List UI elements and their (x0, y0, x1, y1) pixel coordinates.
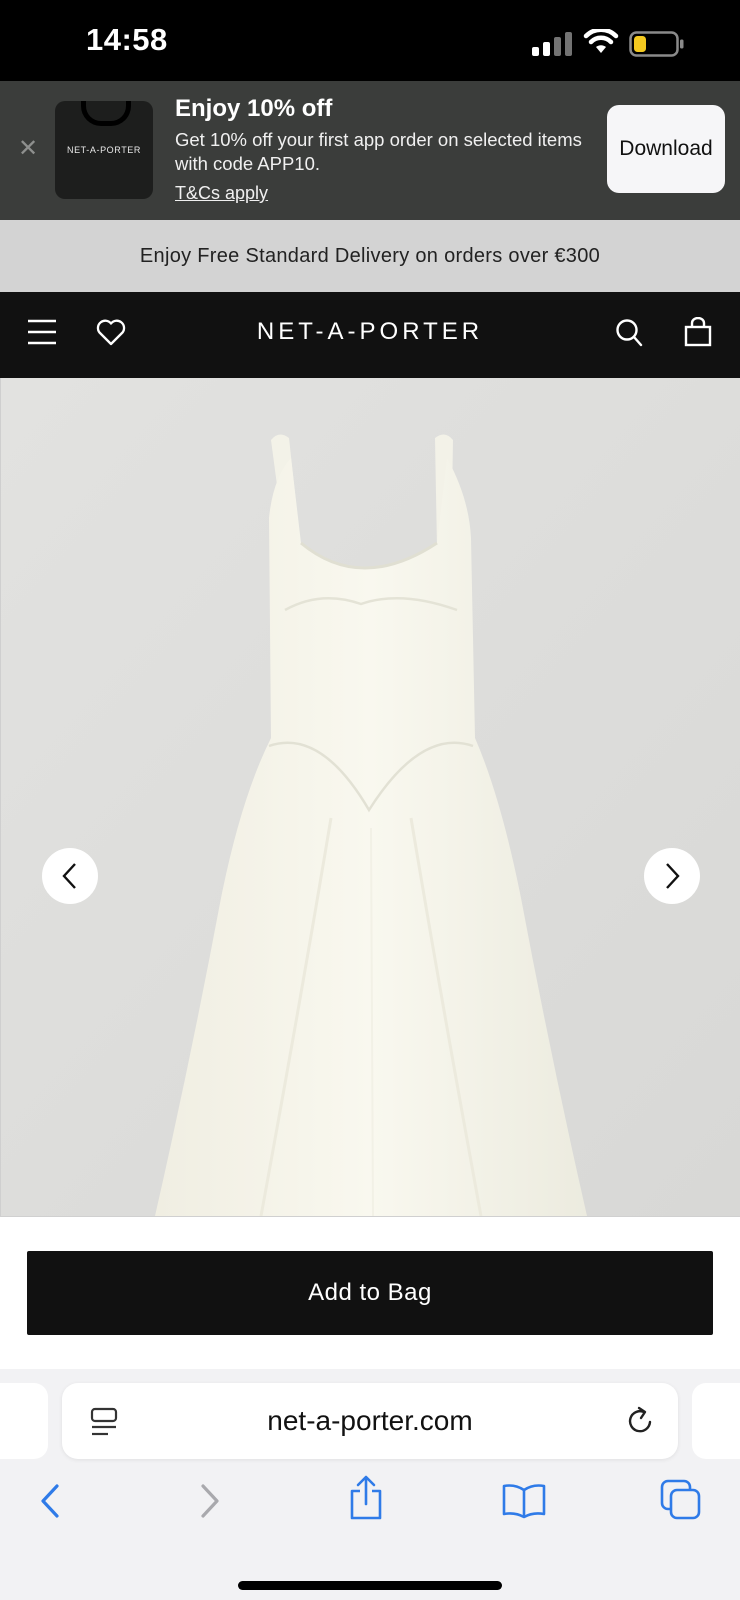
chevron-left-icon (62, 863, 76, 889)
forward-button[interactable] (190, 1481, 230, 1521)
delivery-banner: Enjoy Free Standard Delivery on orders o… (0, 220, 740, 292)
site-header: NET-A-PORTER (0, 292, 740, 378)
chevron-right-icon (666, 863, 680, 889)
status-bar: 14:58 (0, 0, 740, 81)
tabs-button[interactable] (658, 1477, 704, 1523)
status-time: 14:58 (86, 22, 168, 57)
back-button[interactable] (30, 1481, 70, 1521)
tabs-icon (660, 1479, 701, 1520)
next-tab-preview[interactable] (692, 1383, 740, 1459)
browser-bottom-bar: net-a-porter.com (0, 1369, 740, 1600)
promo-title: Enjoy 10% off (175, 95, 333, 122)
back-icon (41, 1484, 59, 1518)
battery-level (634, 36, 646, 52)
menu-icon[interactable] (27, 319, 57, 345)
reload-icon[interactable] (624, 1405, 656, 1437)
reader-icon[interactable] (90, 1407, 118, 1437)
app-promo-banner: ✕ NET-A-PORTER Enjoy 10% off Get 10% off… (0, 81, 740, 220)
forward-icon (201, 1484, 219, 1518)
previous-image-button[interactable] (42, 848, 98, 904)
battery-icon (629, 31, 684, 57)
url-text: net-a-porter.com (267, 1405, 473, 1436)
bookmarks-button[interactable] (500, 1479, 548, 1523)
home-indicator (238, 1581, 502, 1590)
wifi-icon (583, 29, 619, 53)
next-image-button[interactable] (644, 848, 700, 904)
bookmarks-icon (502, 1484, 546, 1519)
site-logo[interactable]: NET-A-PORTER (220, 318, 520, 346)
app-logo: NET-A-PORTER (55, 101, 153, 199)
close-icon[interactable]: ✕ (16, 137, 40, 161)
bag-icon[interactable] (684, 317, 712, 347)
signal-icon (532, 32, 572, 56)
product-image-gallery[interactable] (0, 378, 740, 1216)
heart-icon[interactable] (96, 319, 126, 346)
app-logo-text: NET-A-PORTER (66, 145, 142, 155)
promo-body: Get 10% off your first app order on sele… (175, 129, 582, 174)
download-button[interactable]: Download (607, 105, 725, 193)
product-image (1, 378, 740, 1216)
share-button[interactable] (344, 1473, 388, 1523)
address-bar[interactable]: net-a-porter.com (62, 1383, 678, 1459)
add-to-bag-button[interactable]: Add to Bag (27, 1251, 713, 1335)
terms-link[interactable]: T&Cs apply (175, 183, 268, 204)
share-icon (350, 1475, 382, 1520)
add-to-bag-area: Add to Bag (0, 1216, 740, 1370)
previous-tab-preview[interactable] (0, 1383, 48, 1459)
search-icon[interactable] (615, 318, 643, 348)
